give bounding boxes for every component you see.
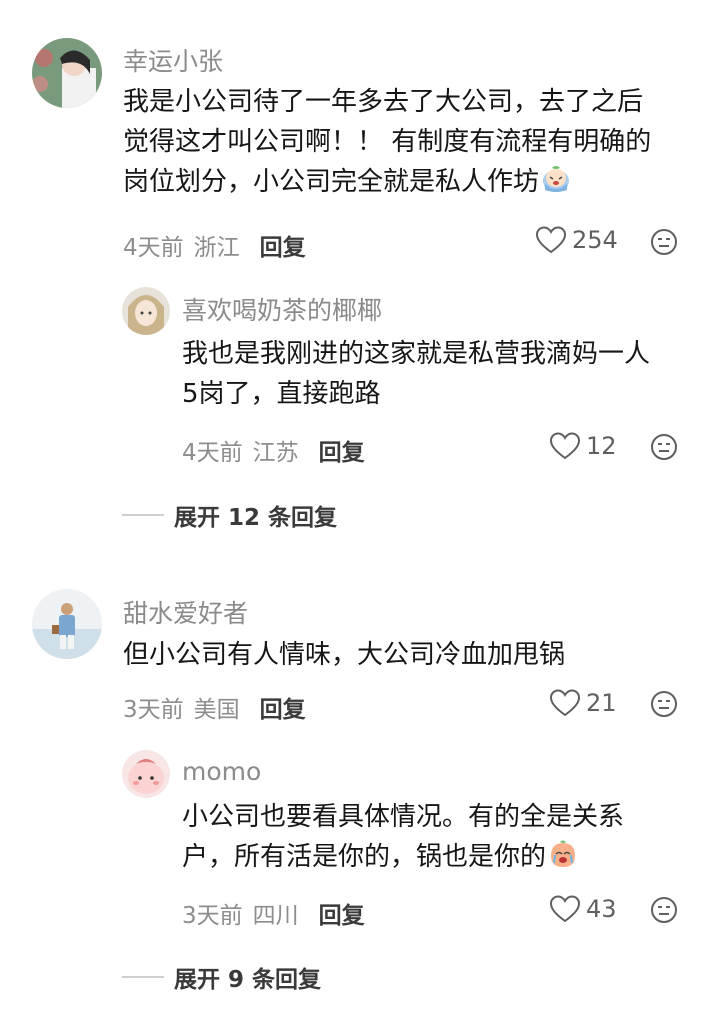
- comment-meta: 4天前 浙江 回复: [123, 228, 306, 262]
- reply-text: 我也是我刚进的这家就是私营我滴妈一人 5岗了，直接跑路: [182, 334, 650, 414]
- expand-replies-label: 展开 9 条回复: [174, 967, 322, 993]
- comment-text: 但小公司有人情味，大公司冷血加甩锅: [123, 635, 565, 675]
- dislike-button[interactable]: [650, 896, 678, 924]
- avatar-image: [122, 750, 170, 798]
- like-count: 12: [586, 432, 617, 460]
- avatar-image: [32, 38, 102, 108]
- reply-button[interactable]: 回复: [319, 433, 365, 467]
- expand-replies-button[interactable]: 展开 12 条回复: [122, 498, 337, 532]
- crying-emoji-icon: [541, 164, 571, 194]
- meh-face-icon: [651, 229, 677, 255]
- comment-line: 但小公司有人情味，大公司冷血加甩锅: [123, 640, 566, 670]
- reply-line: 我也是我刚进的这家就是私营我滴妈一人: [182, 339, 651, 369]
- reply-username[interactable]: momo: [182, 757, 261, 786]
- meh-face-icon: [651, 691, 677, 717]
- divider-dash: [122, 514, 164, 516]
- comment-line-text: 岗位划分，小公司完全就是私人作坊: [123, 167, 540, 197]
- expand-replies-label: 展开 12 条回复: [174, 505, 338, 531]
- avatar-image: [122, 287, 170, 335]
- reply-avatar[interactable]: [122, 750, 170, 798]
- comment-location: 美国: [193, 697, 240, 723]
- like-button[interactable]: 12: [550, 432, 617, 460]
- comment-line: 岗位划分，小公司完全就是私人作坊: [123, 162, 651, 202]
- comment-time: 3天前: [123, 697, 184, 723]
- sobbing-peach-emoji-icon: [548, 839, 578, 869]
- meh-face-icon: [651, 434, 677, 460]
- heart-icon: [550, 895, 580, 923]
- comment-line: 觉得这才叫公司啊！！ 有制度有流程有明确的: [123, 127, 652, 157]
- avatar-image: [32, 589, 102, 659]
- reply-time: 3天前: [182, 903, 243, 929]
- reply-location: 江苏: [252, 440, 299, 466]
- reply-text: 小公司也要看具体情况。有的全是关系 户，所有活是你的，锅也是你的: [182, 797, 624, 877]
- like-button[interactable]: 21: [550, 689, 617, 717]
- reply-meta: 4天前 江苏 回复: [182, 433, 365, 467]
- reply-meta: 3天前 四川 回复: [182, 896, 365, 930]
- divider-dash: [122, 976, 164, 978]
- reply-avatar[interactable]: [122, 287, 170, 335]
- reply-username[interactable]: 喜欢喝奶茶的椰椰: [182, 291, 382, 327]
- avatar[interactable]: [32, 38, 102, 108]
- reply-button[interactable]: 回复: [319, 896, 365, 930]
- reply-button[interactable]: 回复: [260, 690, 306, 724]
- dislike-button[interactable]: [650, 228, 678, 256]
- comment-location: 浙江: [193, 235, 240, 261]
- reply-time: 4天前: [182, 440, 243, 466]
- comment-text: 我是小公司待了一年多去了大公司，去了之后 觉得这才叫公司啊！！ 有制度有流程有明…: [123, 82, 651, 202]
- heart-icon: [536, 226, 566, 254]
- reply-line: 5岗了，直接跑路: [182, 379, 381, 409]
- username[interactable]: 甜水爱好者: [123, 594, 248, 630]
- reply-location: 四川: [252, 903, 299, 929]
- reply-button[interactable]: 回复: [260, 228, 306, 262]
- comment-meta: 3天前 美国 回复: [123, 690, 306, 724]
- expand-replies-button[interactable]: 展开 9 条回复: [122, 960, 321, 994]
- heart-icon: [550, 689, 580, 717]
- dislike-button[interactable]: [650, 690, 678, 718]
- comment-time: 4天前: [123, 235, 184, 261]
- like-count: 21: [586, 689, 617, 717]
- reply-line: 户，所有活是你的，锅也是你的: [182, 837, 624, 877]
- reply-line-text: 户，所有活是你的，锅也是你的: [182, 842, 547, 872]
- like-button[interactable]: 254: [536, 226, 618, 254]
- reply-line: 小公司也要看具体情况。有的全是关系: [182, 802, 625, 832]
- like-count: 254: [572, 226, 618, 254]
- like-button[interactable]: 43: [550, 895, 617, 923]
- username[interactable]: 幸运小张: [123, 42, 223, 78]
- like-count: 43: [586, 895, 617, 923]
- heart-icon: [550, 432, 580, 460]
- meh-face-icon: [651, 897, 677, 923]
- dislike-button[interactable]: [650, 433, 678, 461]
- comment-line: 我是小公司待了一年多去了大公司，去了之后: [123, 87, 644, 117]
- avatar[interactable]: [32, 589, 102, 659]
